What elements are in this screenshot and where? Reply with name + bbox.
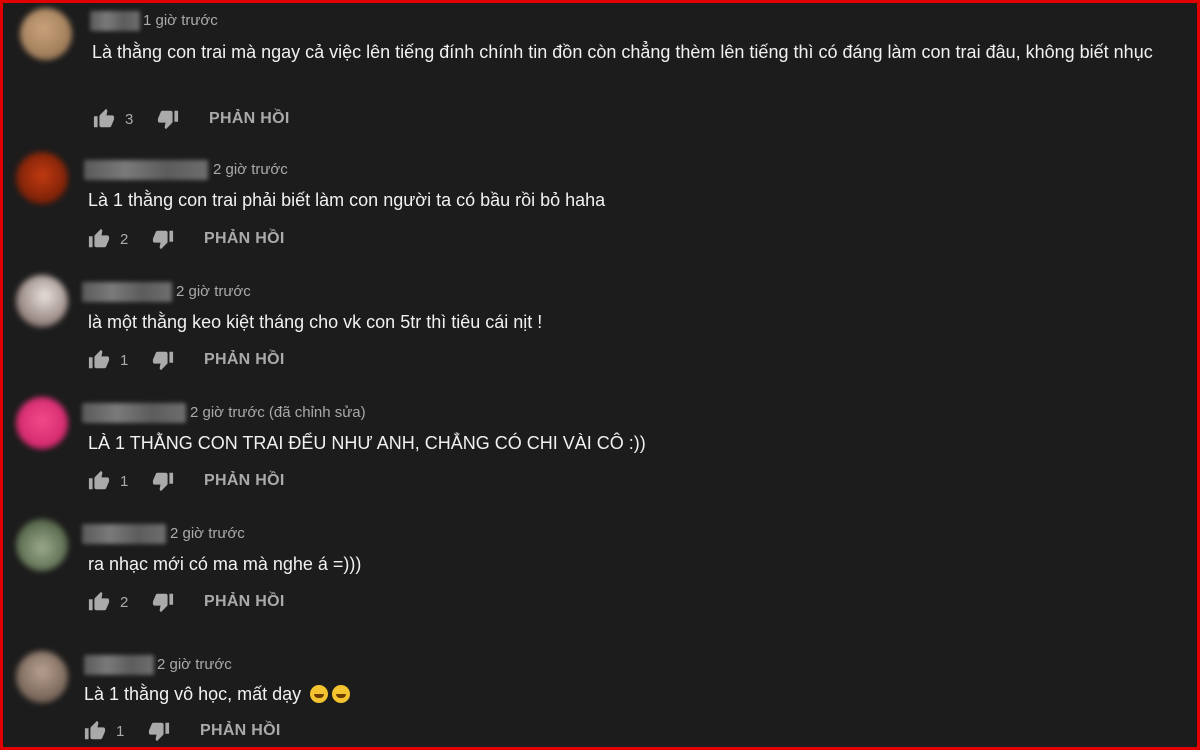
comment-text: ra nhạc mới có ma mà nghe á =))) xyxy=(88,554,362,574)
comment-actions: 3 PHẢN HỒI xyxy=(93,107,290,131)
comment-actions: 2 PHẢN HỒI xyxy=(88,590,285,614)
comment-text: LÀ 1 THẰNG CON TRAI ĐỂU NHƯ ANH, CHẲNG C… xyxy=(88,433,646,453)
thumbs-up-icon[interactable] xyxy=(88,228,110,250)
comment-text: là một thằng keo kiệt tháng cho vk con 5… xyxy=(88,312,543,332)
author-name-blurred[interactable] xyxy=(84,160,208,180)
author-name-blurred[interactable] xyxy=(90,11,140,31)
comment-timestamp[interactable]: 2 giờ trước xyxy=(170,525,245,542)
thumbs-down-icon[interactable] xyxy=(152,228,174,250)
reply-button[interactable]: PHẢN HỒI xyxy=(200,722,281,740)
comment-timestamp[interactable]: 2 giờ trước xyxy=(157,656,232,673)
author-name-blurred[interactable] xyxy=(82,282,172,302)
comment-timestamp[interactable]: 2 giờ trước xyxy=(176,283,251,300)
rofl-emoji-icon xyxy=(310,685,329,703)
comment-timestamp[interactable]: 1 giờ trước xyxy=(143,12,218,29)
like-count: 1 xyxy=(120,351,129,369)
thumbs-up-icon[interactable] xyxy=(88,349,110,371)
reply-button[interactable]: PHẢN HỒI xyxy=(204,351,285,369)
comment-actions: 2 PHẢN HỒI xyxy=(88,227,285,251)
author-name-blurred[interactable] xyxy=(82,403,186,423)
thumbs-down-icon[interactable] xyxy=(157,108,179,130)
like-count: 2 xyxy=(120,230,129,248)
comment-text: Là 1 thằng con trai phải biết làm con ng… xyxy=(88,190,606,210)
thumbs-up-icon[interactable] xyxy=(88,470,110,492)
author-name-blurred[interactable] xyxy=(84,655,154,675)
like-count: 2 xyxy=(120,593,129,611)
comment-timestamp[interactable]: 2 giờ trước (đã chỉnh sửa) xyxy=(190,404,366,421)
avatar[interactable] xyxy=(16,651,68,703)
avatar[interactable] xyxy=(20,8,72,60)
rofl-emoji-icon xyxy=(332,685,351,703)
like-count: 1 xyxy=(116,722,125,740)
avatar[interactable] xyxy=(16,519,68,571)
comment-text: Là 1 thằng vô học, mất dạy xyxy=(84,680,1154,708)
reply-button[interactable]: PHẢN HỒI xyxy=(204,472,285,490)
thumbs-down-icon[interactable] xyxy=(148,720,170,742)
comment-text: Là thằng con trai mà ngay cả việc lên ti… xyxy=(92,42,1153,62)
comment-timestamp[interactable]: 2 giờ trước xyxy=(213,161,288,178)
thumbs-down-icon[interactable] xyxy=(152,591,174,613)
comment-actions: 1 PHẢN HỒI xyxy=(88,469,285,493)
thumbs-up-icon[interactable] xyxy=(88,591,110,613)
reply-button[interactable]: PHẢN HỒI xyxy=(209,110,290,128)
thumbs-up-icon[interactable] xyxy=(84,720,106,742)
avatar[interactable] xyxy=(16,275,68,327)
avatar[interactable] xyxy=(16,397,68,449)
comment-actions: 1 PHẢN HỒI xyxy=(88,348,285,372)
comment-actions: 1 PHẢN HỒI xyxy=(84,719,281,743)
comment-text-content: Là 1 thằng vô học, mất dạy xyxy=(84,684,302,704)
like-count: 3 xyxy=(125,110,134,128)
reply-button[interactable]: PHẢN HỒI xyxy=(204,593,285,611)
thumbs-down-icon[interactable] xyxy=(152,470,174,492)
thumbs-down-icon[interactable] xyxy=(152,349,174,371)
avatar[interactable] xyxy=(16,152,68,204)
like-count: 1 xyxy=(120,472,129,490)
thumbs-up-icon[interactable] xyxy=(93,108,115,130)
reply-button[interactable]: PHẢN HỒI xyxy=(204,230,285,248)
author-name-blurred[interactable] xyxy=(82,524,166,544)
